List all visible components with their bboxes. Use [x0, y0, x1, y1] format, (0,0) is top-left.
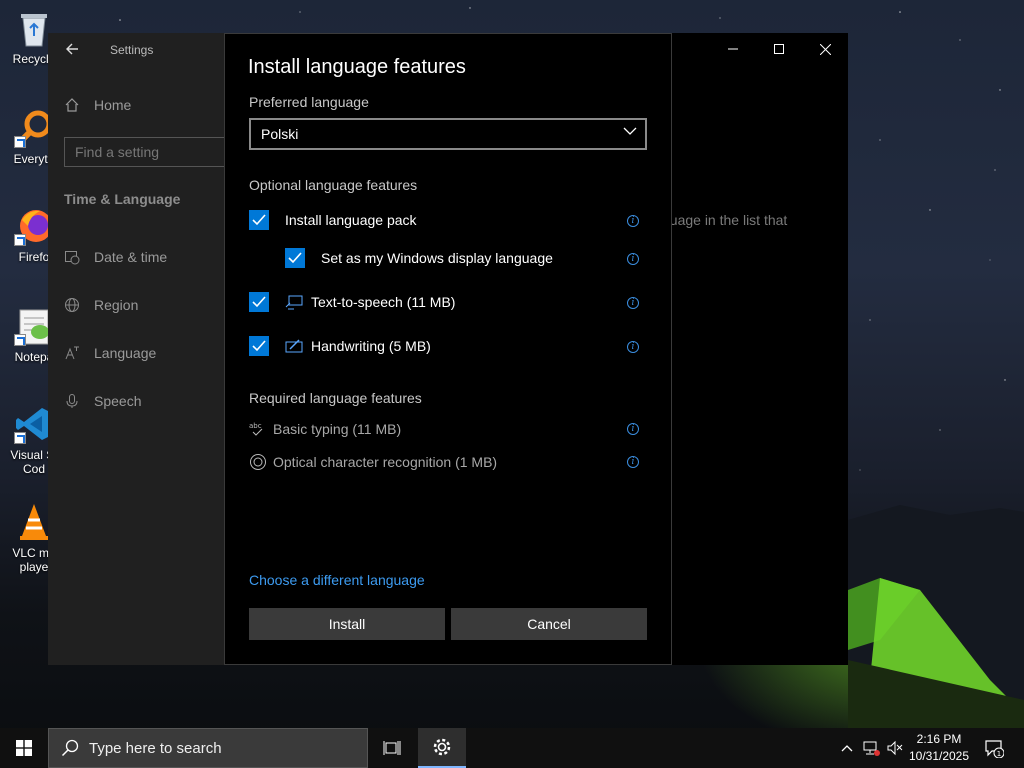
clock-time: 2:16 PM	[916, 732, 962, 746]
taskbar-search-box[interactable]: Type here to search	[48, 728, 368, 768]
sidebar-item-label: Date & time	[94, 249, 168, 265]
taskbar-clock[interactable]: 2:16 PM 10/31/2025	[906, 731, 972, 765]
window-title: Settings	[110, 43, 154, 57]
sidebar-item-region[interactable]: Region	[64, 297, 138, 313]
gear-icon	[433, 738, 451, 756]
info-icon[interactable]: i	[627, 253, 639, 265]
sidebar-item-label: Language	[94, 345, 157, 361]
sidebar-item-speech[interactable]: Speech	[64, 393, 141, 409]
minimize-button[interactable]	[710, 33, 756, 65]
checkmark-icon	[252, 296, 266, 308]
shortcut-arrow-icon	[14, 136, 26, 148]
shortcut-arrow-icon	[14, 234, 26, 246]
sidebar-item-home[interactable]: Home	[64, 97, 131, 113]
handwriting-row: Handwriting (5 MB)	[249, 336, 431, 356]
show-hidden-icons-button[interactable]	[838, 728, 856, 768]
optional-features-heading: Optional language features	[249, 177, 418, 193]
action-center-button[interactable]: 1	[978, 728, 1010, 768]
info-icon[interactable]: i	[627, 423, 639, 435]
sidebar-item-label: Speech	[94, 393, 142, 409]
handwriting-checkbox[interactable]	[249, 336, 269, 356]
info-icon[interactable]: i	[627, 456, 639, 468]
network-icon	[863, 741, 880, 756]
display-language-row: Set as my Windows display language	[285, 248, 553, 268]
taskbar-search-placeholder: Type here to search	[89, 739, 222, 757]
install-language-dialog: Install language features Preferred lang…	[224, 33, 672, 665]
close-button[interactable]	[802, 33, 848, 65]
choose-different-language-link[interactable]: Choose a different language	[249, 572, 425, 588]
display-language-checkbox[interactable]	[285, 248, 305, 268]
sidebar-section-heading: Time & Language	[64, 191, 181, 207]
minimize-icon	[728, 48, 738, 50]
preferred-language-dropdown[interactable]: Polski	[249, 118, 647, 150]
feature-label: Text-to-speech (11 MB)	[311, 294, 456, 310]
install-language-pack-checkbox[interactable]	[249, 210, 269, 230]
svg-text:abc: abc	[249, 422, 262, 430]
text-to-speech-row: Text-to-speech (11 MB)	[249, 292, 455, 312]
cancel-button[interactable]: Cancel	[451, 608, 647, 640]
notification-count: 1	[997, 750, 1001, 758]
ocr-icon	[249, 453, 267, 471]
calendar-clock-icon	[64, 249, 80, 265]
basic-typing-row: abc Basic typing (11 MB)	[249, 420, 401, 438]
chevron-down-icon	[623, 124, 637, 141]
info-icon[interactable]: i	[627, 341, 639, 353]
search-icon	[61, 739, 79, 757]
feature-label: Install language pack	[285, 212, 417, 228]
network-button[interactable]	[860, 728, 882, 768]
taskbar-settings-app[interactable]	[418, 728, 466, 768]
globe-icon	[64, 297, 80, 313]
install-language-pack-row: Install language pack	[249, 210, 417, 230]
sidebar-item-label: Home	[94, 97, 132, 113]
task-view-button[interactable]	[368, 728, 416, 768]
feature-label: Basic typing (11 MB)	[273, 421, 402, 437]
microphone-icon	[64, 393, 80, 409]
sidebar-item-language[interactable]: Language	[64, 345, 156, 361]
chevron-up-icon	[841, 745, 853, 752]
back-arrow-icon[interactable]	[64, 41, 82, 59]
shortcut-arrow-icon	[14, 334, 26, 346]
clock-date: 10/31/2025	[908, 749, 970, 763]
ocr-row: Optical character recognition (1 MB)	[249, 453, 497, 471]
language-icon	[64, 345, 80, 361]
notification-icon: 1	[985, 740, 1004, 758]
abc-check-icon: abc	[249, 420, 267, 438]
windows-logo-icon	[16, 740, 32, 756]
volume-muted-icon	[887, 740, 903, 756]
text-to-speech-checkbox[interactable]	[249, 292, 269, 312]
dialog-title: Install language features	[248, 56, 466, 78]
feature-label: Set as my Windows display language	[321, 250, 553, 266]
required-features-heading: Required language features	[249, 390, 422, 406]
feature-label: Optical character recognition (1 MB)	[273, 454, 498, 470]
window-controls	[710, 33, 848, 65]
background-description-text: guage in the list that	[662, 212, 788, 228]
shortcut-arrow-icon	[14, 432, 26, 444]
info-icon[interactable]: i	[627, 297, 639, 309]
maximize-icon	[774, 44, 784, 54]
start-button[interactable]	[0, 728, 48, 768]
settings-sidebar: Settings Home Find a setting Time & Lang…	[48, 33, 240, 665]
sidebar-item-label: Region	[94, 297, 139, 313]
checkmark-icon	[252, 214, 266, 226]
taskbar: Type here to search 2:16 PM 10/31/2025 1	[0, 728, 1024, 768]
sidebar-item-date-time[interactable]: Date & time	[64, 249, 167, 265]
checkmark-icon	[252, 340, 266, 352]
home-icon	[64, 97, 80, 113]
checkmark-icon	[288, 252, 302, 264]
task-view-icon	[383, 741, 401, 755]
maximize-button[interactable]	[756, 33, 802, 65]
info-icon[interactable]: i	[627, 215, 639, 227]
find-setting-input[interactable]: Find a setting	[64, 137, 240, 167]
speech-icon	[285, 293, 303, 311]
close-icon	[819, 43, 831, 55]
feature-label: Handwriting (5 MB)	[311, 338, 431, 354]
dropdown-value: Polski	[261, 126, 299, 142]
handwriting-icon	[285, 337, 303, 355]
install-button[interactable]: Install	[249, 608, 445, 640]
volume-button[interactable]	[884, 728, 906, 768]
preferred-language-label: Preferred language	[249, 94, 369, 110]
